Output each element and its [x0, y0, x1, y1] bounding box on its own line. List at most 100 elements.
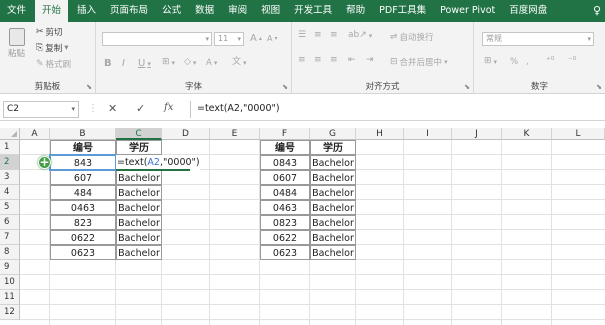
row-header-11[interactable]: 11: [0, 290, 20, 305]
italic-button[interactable]: I: [122, 58, 125, 69]
row-header-5[interactable]: 5: [0, 200, 20, 215]
format-painter-button[interactable]: ✎ 格式刷: [36, 58, 71, 70]
tab-4[interactable]: 公式: [155, 0, 188, 22]
font-name-combo[interactable]: ▾: [102, 32, 212, 46]
wrap-text-button[interactable]: ⇌ 自动换行: [390, 31, 434, 43]
enter-check-icon[interactable]: ✓: [136, 102, 145, 115]
right-table-cell[interactable]: Bachelor: [310, 200, 356, 215]
grow-font-button[interactable]: A ▴: [250, 33, 262, 44]
align-left-button[interactable]: ≡: [298, 56, 306, 65]
left-table-cell[interactable]: 823: [50, 215, 116, 230]
right-table-cell[interactable]: 0484: [260, 185, 310, 200]
align-middle-button[interactable]: ≡: [314, 31, 322, 40]
column-header-K[interactable]: K: [502, 128, 552, 140]
row-header-1[interactable]: 1: [0, 140, 20, 155]
editing-cell-c2[interactable]: =text(A2,"0000"): [116, 155, 200, 170]
column-header-C[interactable]: C: [116, 128, 162, 140]
column-header-I[interactable]: I: [404, 128, 452, 140]
left-table-cell[interactable]: 0463: [50, 200, 116, 215]
column-header-L[interactable]: L: [552, 128, 605, 140]
orientation-button[interactable]: ab↗ ▾: [348, 31, 372, 40]
left-table-cell[interactable]: 0623: [50, 245, 116, 260]
dialog-launcher-icon[interactable]: ⬊: [86, 83, 92, 91]
align-top-button[interactable]: ☰: [298, 31, 306, 40]
cancel-icon[interactable]: ✕: [108, 102, 117, 115]
right-table-cell[interactable]: Bachelor: [310, 170, 356, 185]
insert-function-button[interactable]: fx: [164, 102, 173, 113]
tab-7[interactable]: 视图: [254, 0, 287, 22]
tab-9[interactable]: 帮助: [339, 0, 372, 22]
align-bottom-button[interactable]: ≡: [330, 31, 338, 40]
tab-3[interactable]: 页面布局: [103, 0, 155, 22]
dialog-launcher-icon[interactable]: ⬊: [464, 83, 470, 91]
tab-10[interactable]: PDF工具集: [372, 0, 433, 22]
column-header-E[interactable]: E: [210, 128, 260, 140]
lightbulb-icon[interactable]: ♀: [593, 4, 601, 17]
comma-button[interactable]: ,: [526, 57, 529, 67]
tab-5[interactable]: 数据: [188, 0, 221, 22]
align-right-button[interactable]: ≡: [330, 56, 338, 65]
right-table-cell[interactable]: Bachelor: [310, 230, 356, 245]
accounting-button[interactable]: ⊞ ▾: [484, 57, 497, 66]
right-table-cell[interactable]: Bachelor: [310, 185, 356, 200]
left-table-cell[interactable]: 607: [50, 170, 116, 185]
tab-0[interactable]: 文件: [0, 0, 33, 22]
column-header-G[interactable]: G: [310, 128, 356, 140]
cut-button[interactable]: ✂ 剪切: [36, 26, 63, 38]
tab-11[interactable]: Power Pivot: [433, 0, 502, 22]
font-color-button[interactable]: A ▾: [206, 58, 217, 68]
formula-input[interactable]: =text(A2,"0000"): [190, 101, 602, 118]
increase-decimal-button[interactable]: ⁺⁰: [546, 57, 554, 66]
tab-12[interactable]: 百度网盘: [502, 0, 554, 22]
merge-center-button[interactable]: ⊟ 合并后居中 ▾: [390, 56, 448, 68]
dialog-launcher-icon[interactable]: ⬊: [596, 83, 602, 91]
paste-button[interactable]: 粘贴: [8, 28, 25, 59]
bold-button[interactable]: B: [104, 58, 112, 69]
left-table-cell[interactable]: 0622: [50, 230, 116, 245]
worksheet-grid[interactable]: ABCDEFGHIJKL123456789101112编号学历843Bachel…: [0, 123, 605, 325]
left-table-cell[interactable]: Bachelor: [116, 245, 162, 260]
tab-6[interactable]: 审阅: [221, 0, 254, 22]
right-table-cell[interactable]: 0843: [260, 155, 310, 170]
increase-indent-button[interactable]: ⇥: [366, 56, 374, 65]
row-header-8[interactable]: 8: [0, 245, 20, 260]
left-table-cell[interactable]: Bachelor: [116, 215, 162, 230]
column-header-J[interactable]: J: [452, 128, 502, 140]
select-all-button[interactable]: [0, 128, 20, 140]
column-header-A[interactable]: A: [20, 128, 50, 140]
right-table-cell[interactable]: 0623: [260, 245, 310, 260]
right-table-cell[interactable]: Bachelor: [310, 155, 356, 170]
column-header-H[interactable]: H: [356, 128, 404, 140]
row-header-4[interactable]: 4: [0, 185, 20, 200]
left-table-cell[interactable]: Bachelor: [116, 230, 162, 245]
decrease-decimal-button[interactable]: ⁻⁰: [568, 57, 576, 66]
right-table-cell[interactable]: 0463: [260, 200, 310, 215]
row-header-12[interactable]: 12: [0, 305, 20, 320]
right-table-cell[interactable]: 0823: [260, 215, 310, 230]
border-button[interactable]: ⊞ ▾: [162, 58, 175, 67]
tab-2[interactable]: 插入: [70, 0, 103, 22]
percent-button[interactable]: %: [510, 57, 518, 67]
row-header-7[interactable]: 7: [0, 230, 20, 245]
tab-8[interactable]: 开发工具: [287, 0, 339, 22]
right-table-cell[interactable]: Bachelor: [310, 245, 356, 260]
row-header-3[interactable]: 3: [0, 170, 20, 185]
dialog-launcher-icon[interactable]: ⬊: [282, 83, 288, 91]
column-header-B[interactable]: B: [50, 128, 116, 140]
row-header-10[interactable]: 10: [0, 275, 20, 290]
left-table-cell[interactable]: Bachelor: [116, 170, 162, 185]
row-header-2[interactable]: 2: [0, 155, 20, 170]
right-table-cell[interactable]: 0607: [260, 170, 310, 185]
row-header-6[interactable]: 6: [0, 215, 20, 230]
number-format-combo[interactable]: 常规 ▾: [482, 32, 594, 46]
left-table-cell[interactable]: 484: [50, 185, 116, 200]
underline-button[interactable]: U ▾: [138, 58, 151, 69]
phonetic-button[interactable]: 文 ▾: [232, 58, 247, 67]
fill-color-button[interactable]: ◇ ▾: [184, 58, 196, 67]
decrease-indent-button[interactable]: ⇤: [348, 56, 356, 65]
column-header-F[interactable]: F: [260, 128, 310, 140]
font-size-combo[interactable]: 11 ▾: [214, 32, 244, 46]
right-table-cell[interactable]: Bachelor: [310, 215, 356, 230]
name-box[interactable]: C2 ▾: [3, 101, 79, 118]
align-center-button[interactable]: ≡: [314, 56, 322, 65]
